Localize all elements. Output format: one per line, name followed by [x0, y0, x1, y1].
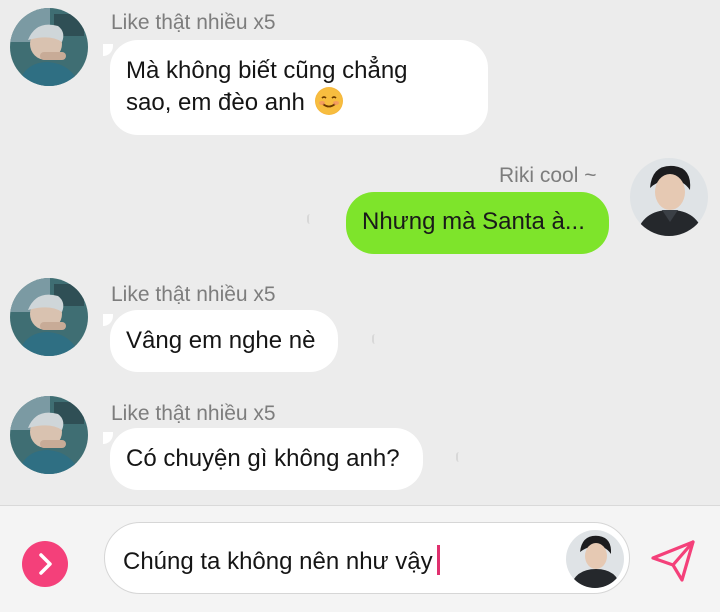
- avatar-like-that-nhieu[interactable]: [10, 396, 88, 474]
- sender-name: Like thật nhiều x5: [111, 11, 276, 34]
- selection-mark: [372, 334, 378, 344]
- message-composer: Chúng ta không nên như vậy: [0, 505, 720, 612]
- message-text: sao, em đèo anh: [126, 89, 305, 116]
- avatar-riki-cool[interactable]: [630, 158, 708, 236]
- input-value: Chúng ta không nên như vậy: [123, 548, 433, 575]
- smiling-emoji-icon: [315, 87, 344, 115]
- sender-name: Like thật nhiều x5: [111, 283, 276, 306]
- text-caret: [436, 545, 440, 575]
- selection-mark: [456, 452, 462, 462]
- avatar-like-that-nhieu[interactable]: [10, 278, 88, 356]
- message-bubble-incoming[interactable]: Có chuyện gì không anh?: [110, 428, 423, 490]
- expand-button[interactable]: [22, 541, 68, 587]
- message-bubble-outgoing[interactable]: Nhưng mà Santa à...: [346, 192, 609, 254]
- send-icon: [651, 540, 695, 582]
- message-text: Mà không biết cũng chẳng: [126, 57, 408, 84]
- message-text-line-2: sao, em đèo anh: [126, 87, 472, 119]
- chat-area: Like thật nhiều x5 Mà không biết cũng ch…: [0, 0, 720, 505]
- message-text: Nhưng mà Santa à...: [362, 208, 585, 235]
- sender-name: Like thật nhiều x5: [111, 402, 276, 425]
- bubble-tail: [103, 44, 113, 56]
- message-text: Vâng em nghe nè: [126, 327, 316, 354]
- send-button[interactable]: [648, 536, 698, 586]
- message-input-text: Chúng ta không nên như vậy: [123, 545, 440, 576]
- input-avatar[interactable]: [566, 530, 624, 588]
- bubble-tail: [103, 314, 113, 326]
- bubble-tail: [103, 432, 113, 444]
- selection-mark: [307, 214, 313, 224]
- message-bubble-incoming[interactable]: Mà không biết cũng chẳng sao, em đèo anh: [110, 40, 488, 135]
- chevron-right-icon: [39, 553, 52, 575]
- message-bubble-incoming[interactable]: Vâng em nghe nè: [110, 310, 338, 372]
- message-input[interactable]: Chúng ta không nên như vậy: [104, 522, 630, 594]
- sender-name: Riki cool ~: [499, 164, 597, 187]
- avatar-like-that-nhieu[interactable]: [10, 8, 88, 86]
- message-text: Có chuyện gì không anh?: [126, 445, 400, 472]
